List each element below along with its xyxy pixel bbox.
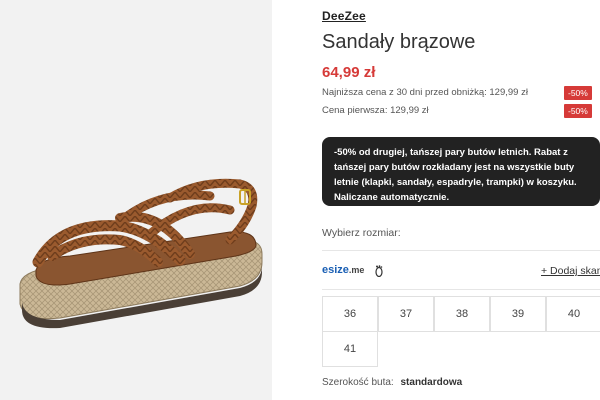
original-price-label: Cena pierwsza: 129,99 zł [322,105,429,116]
divider [322,250,600,251]
lowest-price-label: Najniższa cena z 30 dni przed obniżką: 1… [322,87,528,98]
size-option[interactable]: 39 [490,296,546,332]
product-info: DeeZee Sandały brązowe 64,99 zł Najniższ… [322,0,600,400]
product-title: Sandały brązowe [322,31,476,53]
shoe-width-row: Szerokość buta: standardowa [322,377,462,388]
divider [322,289,600,290]
size-option[interactable]: 38 [434,296,490,332]
size-select-label: Wybierz rozmiar: [322,227,401,239]
discount-badge: -50% [564,104,592,118]
discount-badge: -50% [564,86,592,100]
esize-brand: esize [322,264,349,276]
foot-icon [374,265,384,280]
add-scan-link[interactable]: + Dodaj skan [541,265,600,277]
shoe-width-value: standardowa [400,377,463,388]
promo-banner: -50% od drugiej, tańszej pary butów letn… [322,137,600,206]
original-price-row: Cena pierwsza: 129,99 zł -50% [322,104,600,118]
lowest-price-row: Najniższa cena z 30 dni przed obniżką: 1… [322,86,600,100]
esize-logo: esize.me [322,264,364,276]
size-option[interactable]: 37 [378,296,434,332]
size-option[interactable]: 40 [546,296,600,332]
product-image[interactable] [0,0,272,400]
sandal-image [19,178,263,329]
shoe-width-label: Szerokość buta: [322,377,394,388]
size-option[interactable]: 36 [322,296,378,332]
size-option[interactable]: 41 [322,331,378,367]
esize-row: esize.me + Dodaj skan [322,264,600,282]
esize-suffix: .me [348,265,365,275]
product-price: 64,99 zł [322,64,376,81]
brand-link[interactable]: DeeZee [322,9,366,23]
